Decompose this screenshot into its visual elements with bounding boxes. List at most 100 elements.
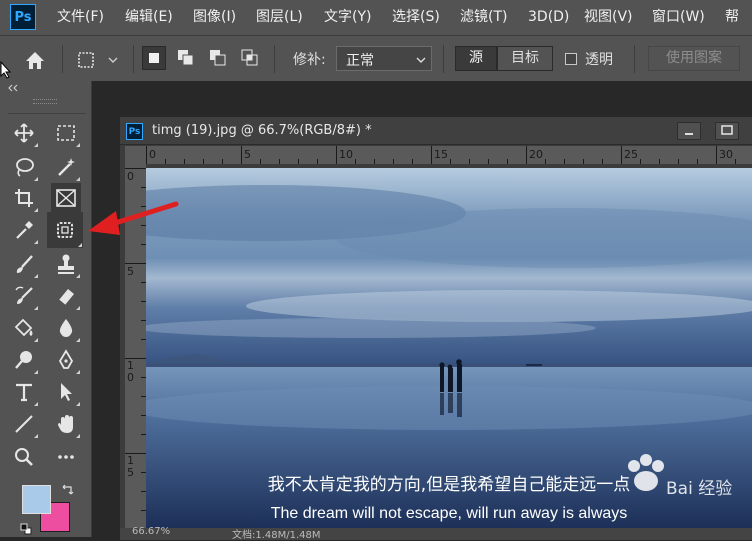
annotation-arrow	[88, 201, 179, 235]
eyedropper-tool[interactable]	[9, 215, 39, 245]
subtract-selection-button[interactable]	[206, 46, 230, 70]
magic-wand-tool[interactable]	[51, 152, 81, 182]
crop-tool[interactable]	[9, 183, 39, 213]
target-toggle[interactable]: 目标	[497, 46, 553, 71]
home-button[interactable]	[22, 48, 48, 72]
frame-icon	[56, 189, 76, 207]
paint-bucket-icon	[14, 318, 33, 337]
history-brush-tool[interactable]	[9, 281, 39, 311]
subtract-selection-icon	[210, 50, 226, 66]
menu-window[interactable]: 窗口(W)	[652, 0, 705, 35]
new-selection-icon	[149, 53, 159, 63]
more-tools-button[interactable]	[51, 442, 81, 472]
zoom-readout[interactable]: 66.67%	[132, 526, 170, 537]
dodge-tool[interactable]	[9, 345, 39, 375]
minimize-icon	[685, 133, 693, 135]
add-selection-icon	[178, 50, 194, 66]
transparent-checkbox[interactable]	[565, 53, 577, 65]
type-icon	[16, 383, 32, 402]
menu-type[interactable]: 文字(Y)	[324, 0, 371, 35]
subtitle-chinese: 我不太肯定我的方向,但是我希望自己能走远一点	[268, 475, 630, 495]
type-tool[interactable]	[9, 377, 39, 407]
paint-bucket-tool[interactable]	[9, 313, 39, 343]
repair-mode-value: 正常	[346, 53, 374, 69]
clone-stamp-tool[interactable]	[51, 249, 81, 279]
repair-mode-select[interactable]: 正常	[336, 46, 432, 71]
line-icon	[15, 415, 33, 433]
swap-colors-icon[interactable]	[60, 483, 74, 497]
menu-edit[interactable]: 编辑(E)	[125, 0, 173, 35]
menu-image[interactable]: 图像(I)	[193, 0, 236, 35]
chevron-down-icon	[416, 57, 426, 63]
brush-tool[interactable]	[9, 249, 39, 279]
hand-icon	[58, 415, 73, 433]
blur-tool[interactable]	[51, 313, 81, 343]
default-colors-icon[interactable]	[20, 523, 32, 535]
ruler-h-label: 0	[149, 148, 156, 161]
crop-icon	[15, 189, 33, 207]
minimize-button[interactable]	[677, 122, 701, 140]
document-title: timg (19).jpg @ 66.7%(RGB/8#) *	[152, 123, 372, 138]
options-bar: 修补: 正常 源 目标 透明 使用图案	[0, 35, 752, 81]
menu-view[interactable]: 视图(V)	[584, 0, 633, 35]
ruler-h-label: 30	[719, 148, 733, 161]
menu-select[interactable]: 选择(S)	[392, 0, 440, 35]
ruler-v-label: 5	[127, 265, 134, 278]
source-toggle[interactable]: 源	[455, 46, 497, 71]
zoom-tool[interactable]	[9, 442, 39, 472]
ruler-v-label: 0	[127, 170, 134, 183]
marquee-tool[interactable]	[51, 118, 81, 148]
patch-tool-preset-icon	[78, 52, 118, 68]
document-info[interactable]: 文档:1.48M/1.48M	[232, 526, 321, 541]
foreground-color-swatch[interactable]	[22, 485, 51, 514]
mouse-cursor-icon	[0, 61, 12, 79]
document-tab[interactable]: Ps timg (19).jpg @ 66.7%(RGB/8#) *	[120, 117, 752, 145]
move-icon	[14, 123, 34, 143]
add-selection-button[interactable]	[174, 46, 198, 70]
path-selection-icon	[61, 383, 72, 401]
watermark-text: Bai 经验	[666, 479, 732, 499]
eraser-tool[interactable]	[51, 281, 81, 311]
line-tool[interactable]	[9, 409, 39, 439]
eraser-icon	[58, 289, 74, 306]
image-canvas[interactable]: 我不太肯定我的方向,但是我希望自己能走远一点 The dream will no…	[146, 168, 752, 533]
pen-icon	[58, 349, 74, 369]
path-selection-tool[interactable]	[51, 377, 81, 407]
document-window: Ps timg (19).jpg @ 66.7%(RGB/8#) * 0 5 1…	[120, 117, 752, 537]
intersect-selection-button[interactable]	[238, 46, 262, 70]
panel-grip[interactable]	[33, 99, 57, 104]
menu-filter[interactable]: 滤镜(T)	[460, 0, 507, 35]
tools-panel	[0, 81, 92, 537]
menu-layer[interactable]: 图层(L)	[256, 0, 303, 35]
ruler-v-label: 15	[127, 454, 134, 479]
patch-tool-icon	[57, 222, 73, 238]
menu-3d[interactable]: 3D(D)	[528, 0, 569, 35]
status-bar: 66.67% 文档:1.48M/1.48M	[120, 526, 752, 541]
hand-tool[interactable]	[51, 409, 81, 439]
transparent-label: 透明	[585, 52, 613, 68]
menu-help[interactable]: 帮	[725, 0, 739, 35]
frame-tool[interactable]	[51, 183, 81, 213]
pen-tool[interactable]	[51, 345, 81, 375]
lasso-tool[interactable]	[9, 152, 39, 182]
intersect-selection-icon	[241, 49, 258, 66]
collapse-panel-icon[interactable]	[7, 84, 19, 92]
tool-preset-picker[interactable]	[75, 48, 125, 72]
ruler-h-label: 5	[244, 148, 251, 161]
restore-button[interactable]	[715, 122, 739, 140]
ruler-origin[interactable]	[125, 146, 146, 164]
menu-file[interactable]: 文件(F)	[57, 0, 104, 35]
horizontal-ruler[interactable]: 0 5 10 15 20 25 30	[146, 146, 752, 164]
eyedropper-icon	[16, 221, 33, 239]
move-tool[interactable]	[9, 118, 39, 148]
patch-tool[interactable]	[47, 212, 83, 248]
dodge-icon	[15, 351, 32, 369]
document-ps-icon: Ps	[126, 123, 143, 140]
lasso-icon	[16, 158, 34, 177]
new-selection-button[interactable]	[142, 46, 166, 70]
ruler-h-label: 10	[339, 148, 353, 161]
magic-wand-icon	[58, 158, 75, 176]
salt-lake-photo: 我不太肯定我的方向,但是我希望自己能走远一点 The dream will no…	[146, 168, 752, 533]
repair-label: 修补:	[293, 52, 326, 68]
use-pattern-button[interactable]: 使用图案	[648, 46, 740, 71]
